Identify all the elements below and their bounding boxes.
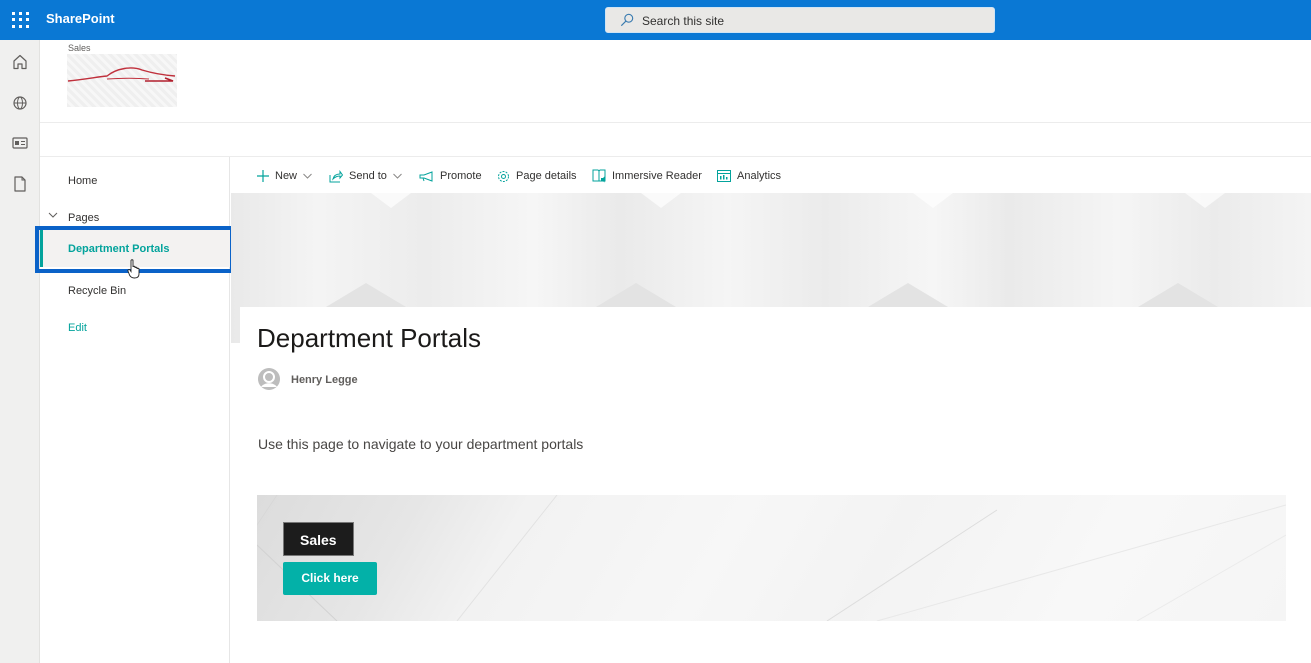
nav-edit-link[interactable]: Edit <box>40 310 230 340</box>
send-to-label: Send to <box>349 170 387 182</box>
nav-item-home[interactable]: Home <box>40 163 230 193</box>
send-to-button[interactable]: Send to <box>329 167 408 185</box>
section-title: Sales <box>283 522 354 556</box>
promote-button[interactable]: Promote <box>419 167 482 185</box>
page-title: Department Portals <box>257 323 481 353</box>
site-header: Sales <box>40 40 1311 123</box>
globe-icon[interactable] <box>11 94 29 112</box>
site-logo[interactable] <box>67 54 177 107</box>
new-button[interactable]: New <box>257 167 318 185</box>
page-intro-text: Use this page to navigate to your depart… <box>258 436 584 452</box>
hand-cursor-icon <box>127 259 140 279</box>
command-bar: New Send to Promote Page details Immersi… <box>231 157 1311 193</box>
left-navigation: Home Pages Department Portals Recycle Bi… <box>40 157 230 663</box>
search-box[interactable]: Search this site <box>605 7 995 33</box>
nav-item-label: Edit <box>68 322 87 334</box>
search-icon <box>620 13 634 27</box>
megaphone-icon <box>419 170 433 182</box>
analytics-label: Analytics <box>737 170 782 182</box>
site-subheader <box>40 123 1311 157</box>
author-name[interactable]: Henry Legge <box>291 374 358 386</box>
news-icon[interactable] <box>11 134 29 152</box>
new-label: New <box>275 170 298 182</box>
plus-icon <box>257 170 269 182</box>
share-icon <box>329 169 343 182</box>
nav-item-label: Recycle Bin <box>68 285 127 297</box>
gear-icon <box>498 170 509 182</box>
nav-item-label: Department Portals <box>68 243 170 255</box>
app-bar <box>0 40 40 663</box>
car-logo-icon <box>67 67 176 82</box>
immersive-reader-label: Immersive Reader <box>612 170 702 182</box>
selected-indicator <box>40 230 43 267</box>
page-details-button[interactable]: Page details <box>497 167 577 185</box>
section-background-pattern <box>257 495 1286 621</box>
nav-item-pages[interactable]: Pages <box>40 200 230 230</box>
nav-item-label: Home <box>68 175 98 187</box>
immersive-reader-icon <box>592 169 606 182</box>
immersive-reader-button[interactable]: Immersive Reader <box>592 167 702 185</box>
click-here-button[interactable]: Click here <box>283 562 377 595</box>
sales-portal-banner <box>257 495 1286 621</box>
analytics-button[interactable]: Analytics <box>717 167 781 185</box>
chevron-down-icon <box>393 173 402 179</box>
page-details-label: Page details <box>516 170 577 182</box>
home-icon[interactable] <box>11 53 29 71</box>
document-icon[interactable] <box>11 175 29 193</box>
promote-label: Promote <box>440 170 482 182</box>
nav-item-label: Pages <box>68 212 100 224</box>
chevron-down-icon <box>303 173 312 179</box>
site-name[interactable]: Sales <box>68 43 91 53</box>
app-launcher-icon[interactable] <box>11 11 29 29</box>
suite-bar: SharePoint Search this site <box>0 0 1311 40</box>
app-name-link[interactable]: SharePoint <box>46 11 115 26</box>
chevron-down-icon[interactable] <box>48 211 58 219</box>
search-placeholder: Search this site <box>642 14 725 28</box>
author-avatar-icon[interactable] <box>258 368 280 390</box>
analytics-icon <box>717 170 731 182</box>
